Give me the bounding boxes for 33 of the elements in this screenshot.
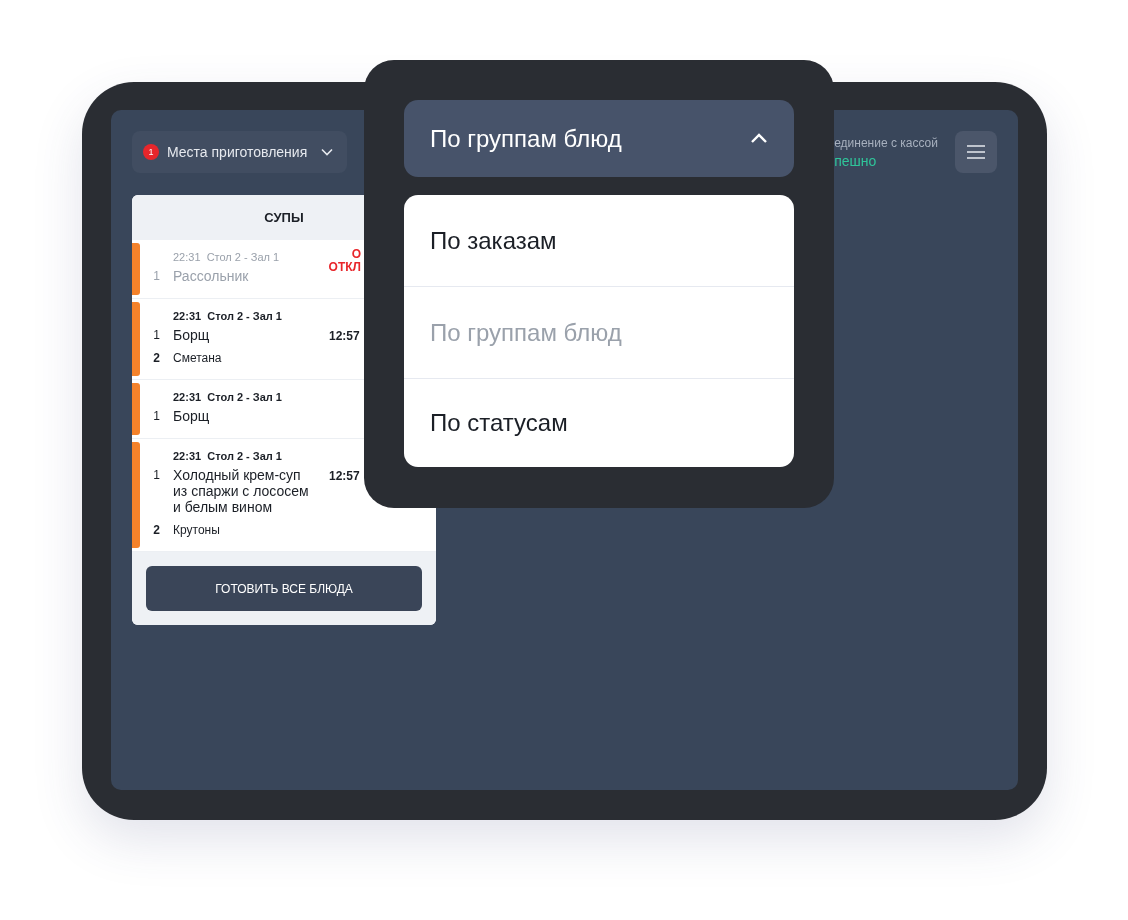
menu-option[interactable]: По статусам	[404, 379, 794, 467]
elapsed-time: 12:57	[329, 469, 360, 483]
order-meta: 22:31 Стол 2 - Зал 1	[173, 391, 282, 403]
item-quantity: 1	[152, 268, 161, 284]
item-name: Крутоны	[173, 523, 221, 537]
item-name: Рассольник	[173, 268, 250, 284]
connection-status: пешно	[834, 152, 878, 169]
item-quantity: 1	[152, 467, 161, 483]
item-quantity: 2	[152, 523, 161, 537]
order-status: О ОТКЛ	[329, 248, 361, 274]
places-dropdown[interactable]: 1 Места приготовления	[132, 131, 348, 173]
order-meta: 22:31 Стол 2 - Зал 1	[173, 251, 280, 263]
item-name: Борщ	[173, 327, 211, 343]
item-name: Сметана	[173, 351, 223, 365]
order-stripe	[132, 243, 140, 295]
chevron-down-icon	[321, 148, 334, 156]
grouping-select[interactable]: По группам блюд	[404, 100, 794, 177]
order-meta: 22:31 Стол 2 - Зал 1	[173, 450, 282, 462]
connection-label: единение с кассой	[834, 135, 938, 150]
menu-option[interactable]: По заказам	[404, 195, 794, 287]
order-stripe	[132, 383, 140, 435]
elapsed-time: 12:57	[329, 329, 360, 343]
item-quantity: 1	[152, 408, 161, 424]
menu-button[interactable]	[955, 131, 997, 173]
menu-icon	[967, 145, 985, 159]
order-meta: 22:31 Стол 2 - Зал 1	[173, 310, 282, 322]
item-name: Борщ	[173, 408, 211, 424]
chevron-up-icon	[750, 133, 768, 144]
item-quantity: 1	[152, 327, 161, 343]
count-badge: 1	[143, 144, 159, 160]
item-quantity: 2	[152, 351, 161, 365]
item-name: Холодный крем-суп из спаржи с лососем и белым вином	[173, 467, 310, 515]
cook-all-button[interactable]: ГОТОВИТЬ ВСЕ БЛЮДА	[146, 566, 422, 611]
